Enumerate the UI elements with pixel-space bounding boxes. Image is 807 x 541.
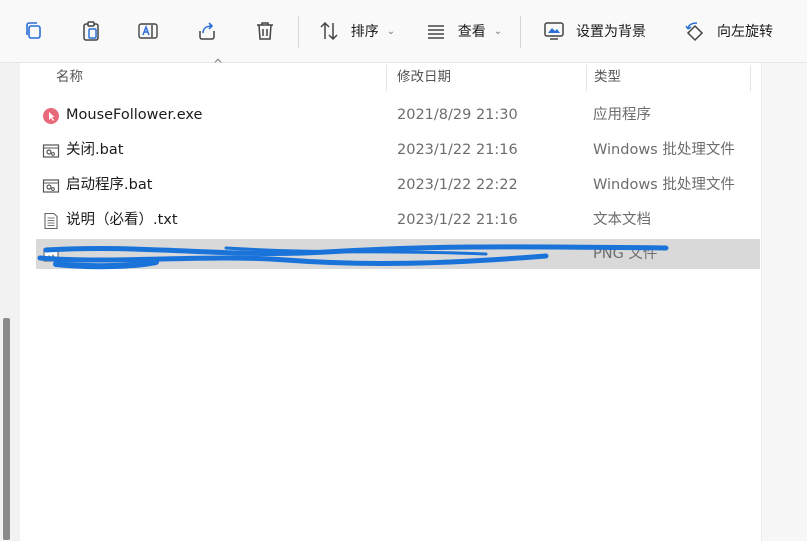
file-list-view: ^ 名称 修改日期 类型 MouseFollower.exe 2021/8/29…: [20, 57, 761, 541]
file-date: [397, 239, 587, 269]
rename-icon: [138, 23, 158, 39]
file-row[interactable]: 说明（必看）.txt 2023/1/22 21:16 文本文档: [36, 205, 760, 235]
file-row[interactable]: 关闭.bat 2023/1/22 21:16 Windows 批处理文件: [36, 135, 760, 165]
trash-icon: [257, 22, 273, 40]
chevron-down-icon: ⌄: [386, 25, 396, 37]
file-name: MouseFollower.exe: [66, 107, 203, 123]
column-header-row: ^ 名称 修改日期 类型: [20, 57, 761, 91]
file-row[interactable]: MouseFollower.exe 2021/8/29 21:30 应用程序: [36, 100, 760, 130]
chevron-down-icon: ⌄: [493, 25, 503, 37]
column-divider[interactable]: [750, 65, 751, 91]
view-list-icon: [427, 25, 444, 39]
file-type: 文本文档: [593, 212, 651, 228]
paste-button[interactable]: [74, 0, 108, 62]
file-date: 2021/8/29 21:30: [397, 107, 518, 123]
bat-file-icon: [42, 144, 60, 158]
file-row-selected[interactable]: PNG 文件: [36, 239, 760, 269]
file-row[interactable]: 启动程序.bat 2023/1/22 22:22 Windows 批处理文件: [36, 170, 760, 200]
bat-file-icon: [42, 179, 60, 193]
paste-icon: [83, 21, 99, 41]
set-background-icon: [544, 22, 564, 40]
column-divider[interactable]: [386, 65, 387, 91]
file-name: 启动程序.bat: [66, 177, 153, 193]
view-label: 查看: [457, 24, 486, 40]
delete-button[interactable]: [248, 0, 282, 62]
png-file-icon: [43, 248, 59, 262]
set-as-background-button[interactable]: 设置为背景: [538, 0, 650, 62]
file-name: [66, 239, 396, 269]
sort-label: 排序: [350, 24, 379, 40]
copy-button[interactable]: [16, 0, 50, 62]
share-icon: [199, 22, 215, 40]
view-button[interactable]: 查看 ⌄: [422, 0, 504, 62]
exe-app-icon: [43, 108, 59, 124]
file-date: 2023/1/22 21:16: [397, 212, 518, 228]
file-name: 关闭.bat: [66, 142, 124, 158]
file-type: PNG 文件: [593, 246, 658, 262]
rotate-left-button[interactable]: 向左旋转: [680, 0, 776, 62]
copy-icon: [26, 22, 41, 39]
set-background-label: 设置为背景: [576, 24, 646, 40]
txt-file-icon: [44, 212, 58, 230]
file-date: 2023/1/22 21:16: [397, 142, 518, 158]
column-header-modified[interactable]: 修改日期: [397, 63, 577, 91]
file-date: 2023/1/22 22:22: [397, 177, 518, 193]
file-type: 应用程序: [593, 107, 651, 123]
details-pane-edge: [761, 63, 807, 541]
file-name: 说明（必看）.txt: [66, 212, 178, 228]
rotate-left-label: 向左旋转: [717, 24, 773, 40]
rotate-left-icon: [685, 22, 704, 42]
share-button[interactable]: [190, 0, 224, 62]
toolbar-divider: [520, 16, 521, 48]
sort-button[interactable]: 排序 ⌄: [314, 0, 398, 62]
column-header-type[interactable]: 类型: [594, 63, 744, 91]
command-bar: 排序 ⌄ 查看 ⌄ 设置为背景 向左旋转: [0, 0, 807, 63]
column-divider[interactable]: [586, 65, 587, 91]
scrollbar-thumb[interactable]: [3, 318, 10, 540]
file-type: Windows 批处理文件: [593, 177, 735, 193]
rename-button[interactable]: [131, 0, 165, 62]
file-type: Windows 批处理文件: [593, 142, 735, 158]
sort-icon: [320, 21, 338, 41]
toolbar-divider: [298, 16, 299, 48]
column-header-name[interactable]: 名称: [56, 63, 386, 91]
